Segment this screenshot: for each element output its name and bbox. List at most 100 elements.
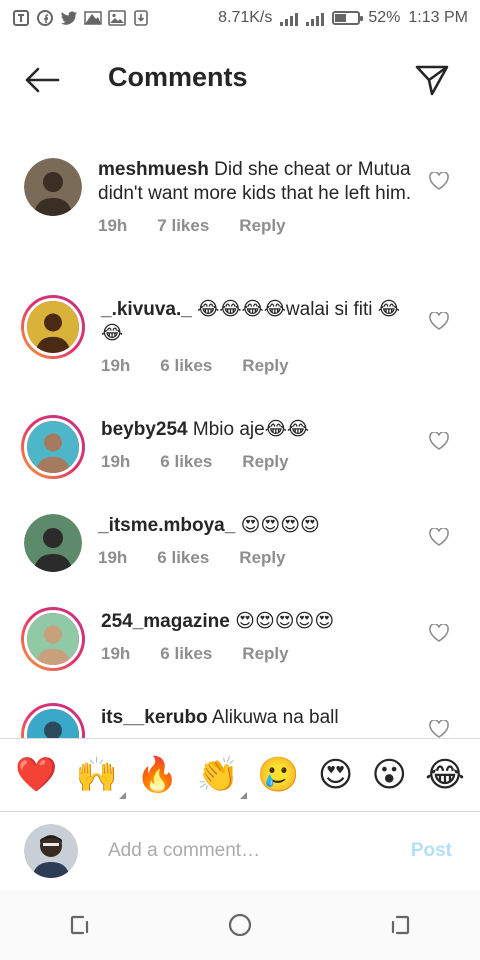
comment-meta: 19h 7 likes Reply bbox=[98, 216, 418, 236]
comment-text: 254_magazine 😍😍😍😍😍 bbox=[101, 610, 421, 634]
comment-likes[interactable]: 6 likes bbox=[160, 452, 212, 472]
comment-username[interactable]: its__kerubo bbox=[101, 707, 208, 728]
comment-username[interactable]: _.kivuva._ bbox=[101, 299, 192, 320]
comment-meta: 19h 6 likes Reply bbox=[101, 452, 421, 472]
comment-meta: 19h 6 likes Reply bbox=[98, 548, 418, 568]
comment-body: beyby254 Mbio aje😂😂 19h 6 likes Reply bbox=[101, 418, 421, 479]
open-mouth-emoji: 😮 bbox=[371, 755, 407, 795]
reply-button[interactable]: Reply bbox=[242, 452, 288, 472]
heart-outline-icon bbox=[429, 312, 449, 330]
download-icon bbox=[132, 9, 150, 27]
comment-text: _.kivuva._ 😂😂😂😂walai si fiti 😂😂 bbox=[101, 298, 421, 346]
comment-row: its__kerubo Alikuwa na ball bbox=[0, 703, 480, 738]
reply-button[interactable]: Reply bbox=[239, 216, 285, 236]
heart-outline-icon bbox=[429, 172, 449, 190]
like-comment-button[interactable] bbox=[428, 170, 450, 192]
comment-username[interactable]: beyby254 bbox=[101, 419, 188, 440]
skin-tone-indicator-icon bbox=[118, 792, 126, 799]
emoji-quick-bar: ❤️ 🙌 🔥 👏 🥲 😍 😮 😂 bbox=[0, 738, 480, 812]
status-bar: 8.71K/s 52% 1:13 PM bbox=[0, 0, 480, 36]
like-comment-button[interactable] bbox=[428, 430, 450, 452]
comment-username[interactable]: 254_magazine bbox=[101, 611, 230, 632]
page-title: Comments bbox=[108, 62, 248, 92]
comment-meta: 19h 6 likes Reply bbox=[101, 644, 421, 664]
like-comment-button[interactable] bbox=[428, 526, 450, 548]
comment-row: meshmuesh Did she cheat or Mutua didn't … bbox=[0, 158, 480, 236]
comment-username[interactable]: meshmuesh bbox=[98, 159, 209, 180]
post-button[interactable]: Post bbox=[411, 840, 452, 862]
emoji-open-mouth-button[interactable]: 😮 bbox=[371, 755, 406, 795]
signal-2-icon bbox=[306, 10, 325, 26]
clapping-hands-emoji: 👏 bbox=[196, 755, 240, 795]
heart-outline-icon bbox=[429, 432, 449, 450]
fire-emoji: 🔥 bbox=[136, 755, 179, 795]
share-button[interactable] bbox=[412, 60, 452, 100]
paper-plane-icon bbox=[415, 65, 449, 96]
back-arrow-icon bbox=[25, 67, 60, 93]
recents-icon bbox=[70, 915, 89, 935]
system-back-button[interactable] bbox=[380, 905, 420, 945]
status-left-icons bbox=[12, 9, 150, 27]
comment-body: its__kerubo Alikuwa na ball bbox=[101, 706, 421, 738]
comment-row: beyby254 Mbio aje😂😂 19h 6 likes Reply bbox=[0, 415, 480, 479]
comment-input[interactable] bbox=[108, 840, 411, 862]
emoji-smiling-tear-button[interactable]: 🥲 bbox=[257, 755, 299, 795]
comment-message: Mbio aje😂😂 bbox=[192, 419, 310, 440]
comment-body: meshmuesh Did she cheat or Mutua didn't … bbox=[98, 158, 418, 236]
comment-row: 254_magazine 😍😍😍😍😍 19h 6 likes Reply bbox=[0, 607, 480, 671]
comments-list[interactable]: meshmuesh Did she cheat or Mutua didn't … bbox=[0, 140, 480, 738]
back-button[interactable] bbox=[22, 64, 62, 96]
like-comment-button[interactable] bbox=[428, 310, 450, 332]
twitter-icon bbox=[60, 9, 78, 27]
recents-button[interactable] bbox=[60, 905, 100, 945]
comment-likes[interactable]: 6 likes bbox=[160, 356, 212, 376]
reply-button[interactable]: Reply bbox=[242, 644, 288, 664]
commenter-avatar[interactable] bbox=[21, 415, 85, 479]
comment-likes[interactable]: 7 likes bbox=[157, 216, 209, 236]
comment-row: _.kivuva._ 😂😂😂😂walai si fiti 😂😂 19h 6 like… bbox=[0, 295, 480, 376]
comment-username[interactable]: _itsme.mboya_ bbox=[98, 515, 235, 536]
commenter-avatar[interactable] bbox=[21, 703, 85, 738]
user-avatar bbox=[24, 824, 78, 878]
like-comment-button[interactable] bbox=[428, 622, 450, 644]
home-icon bbox=[228, 913, 252, 937]
home-button[interactable] bbox=[220, 905, 260, 945]
reply-button[interactable]: Reply bbox=[242, 356, 288, 376]
emoji-fire-button[interactable]: 🔥 bbox=[136, 755, 178, 795]
t-icon bbox=[12, 9, 30, 27]
commenter-avatar[interactable] bbox=[24, 158, 82, 216]
like-comment-button[interactable] bbox=[428, 718, 450, 738]
comment-body: _.kivuva._ 😂😂😂😂walai si fiti 😂😂 19h 6 like… bbox=[101, 298, 421, 376]
commenter-avatar[interactable] bbox=[21, 295, 85, 359]
comment-meta: 19h 6 likes Reply bbox=[101, 356, 421, 376]
comment-time: 19h bbox=[101, 356, 131, 375]
tears-of-joy-emoji: 😂 bbox=[425, 755, 465, 795]
commenter-avatar[interactable] bbox=[21, 607, 85, 671]
network-speed: 8.71K/s bbox=[218, 9, 273, 26]
comment-message: 😍😍😍😍 bbox=[240, 515, 320, 536]
heart-outline-icon bbox=[429, 624, 449, 642]
commenter-avatar[interactable] bbox=[24, 514, 82, 572]
comment-composer: Post bbox=[0, 812, 480, 890]
heart-outline-icon bbox=[429, 528, 449, 546]
system-nav-bar bbox=[0, 890, 480, 960]
battery-percent: 52% bbox=[368, 9, 401, 26]
emoji-clapping-hands-button[interactable]: 👏 bbox=[196, 755, 248, 799]
heart-eyes-emoji: 😍 bbox=[317, 755, 354, 795]
emoji-red-heart-button[interactable]: ❤️ bbox=[15, 755, 57, 795]
signal-1-icon bbox=[280, 10, 299, 26]
comment-time: 19h bbox=[101, 644, 131, 663]
comment-likes[interactable]: 6 likes bbox=[160, 644, 212, 664]
emoji-tears-of-joy-button[interactable]: 😂 bbox=[425, 755, 465, 795]
heart-outline-icon bbox=[429, 720, 449, 738]
reply-button[interactable]: Reply bbox=[239, 548, 285, 568]
back-icon bbox=[391, 915, 410, 935]
comment-body: _itsme.mboya_ 😍😍😍😍 19h 6 likes Reply bbox=[98, 514, 418, 572]
comment-text: its__kerubo Alikuwa na ball bbox=[101, 706, 421, 730]
comment-text: meshmuesh Did she cheat or Mutua didn't … bbox=[98, 158, 418, 206]
comment-likes[interactable]: 6 likes bbox=[157, 548, 209, 568]
comment-text: _itsme.mboya_ 😍😍😍😍 bbox=[98, 514, 418, 538]
emoji-raising-hands-button[interactable]: 🙌 bbox=[76, 755, 126, 799]
emoji-heart-eyes-button[interactable]: 😍 bbox=[318, 755, 353, 795]
clock: 1:13 PM bbox=[408, 9, 468, 26]
